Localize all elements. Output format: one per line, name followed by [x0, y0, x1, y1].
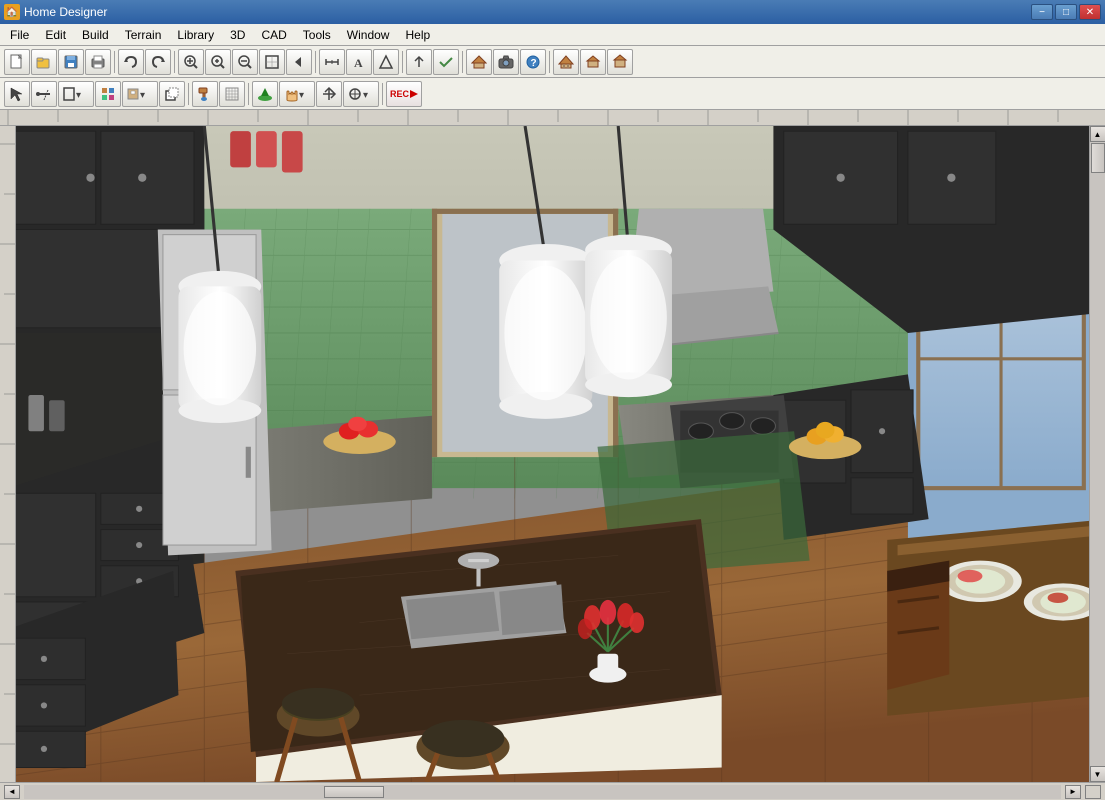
- svg-text:▾: ▾: [363, 90, 368, 101]
- text-button[interactable]: A: [346, 49, 372, 75]
- menu-item-file[interactable]: File: [2, 24, 37, 45]
- separator-6: [549, 51, 550, 73]
- elevation-button[interactable]: [373, 49, 399, 75]
- arrow-up-button[interactable]: [406, 49, 432, 75]
- scroll-track-vertical[interactable]: [1090, 142, 1105, 766]
- toolbar-1: A ?: [0, 46, 1105, 78]
- draw-wall-button[interactable]: [31, 81, 57, 107]
- separator-4: [402, 51, 403, 73]
- scrollbar-right[interactable]: ▲ ▼: [1089, 126, 1105, 782]
- zoom-out-button[interactable]: [232, 49, 258, 75]
- menu-item-edit[interactable]: Edit: [37, 24, 74, 45]
- menu-item-tools[interactable]: Tools: [295, 24, 339, 45]
- scroll-corner: [1085, 785, 1101, 799]
- svg-text:▾: ▾: [140, 90, 145, 101]
- copy-button[interactable]: [159, 81, 185, 107]
- scroll-right-button[interactable]: ►: [1065, 785, 1081, 799]
- window-controls: − □ ✕: [1031, 4, 1101, 20]
- menu-item-help[interactable]: Help: [397, 24, 438, 45]
- camera-button[interactable]: [493, 49, 519, 75]
- menu-item-window[interactable]: Window: [339, 24, 398, 45]
- check-button[interactable]: [433, 49, 459, 75]
- hand-tool-button[interactable]: ▾: [279, 81, 315, 107]
- landscape-button[interactable]: [252, 81, 278, 107]
- svg-text:▾: ▾: [299, 90, 304, 101]
- undo-button[interactable]: [118, 49, 144, 75]
- material-tool-button[interactable]: [95, 81, 121, 107]
- scroll-up-button[interactable]: ▲: [1090, 126, 1105, 142]
- menu-item-build[interactable]: Build: [74, 24, 117, 45]
- maximize-button[interactable]: □: [1055, 4, 1077, 20]
- print-button[interactable]: [85, 49, 111, 75]
- zoom-in2-button[interactable]: [205, 49, 231, 75]
- fit-button[interactable]: [259, 49, 285, 75]
- 2d-view-button[interactable]: [553, 49, 579, 75]
- scroll-thumb-vertical[interactable]: [1091, 143, 1105, 173]
- kitchen-3d-scene: [16, 126, 1089, 782]
- texture-button[interactable]: [219, 81, 245, 107]
- window-title: Home Designer: [24, 5, 107, 19]
- menu-item-library[interactable]: Library: [169, 24, 222, 45]
- cabinet-button[interactable]: ▾: [122, 81, 158, 107]
- close-button[interactable]: ✕: [1079, 4, 1101, 20]
- scroll-thumb-horizontal[interactable]: [324, 786, 384, 798]
- prev-view-button[interactable]: [286, 49, 312, 75]
- room-tool-button[interactable]: ▾: [58, 81, 94, 107]
- separator-1: [114, 51, 115, 73]
- separator-3: [315, 51, 316, 73]
- title-bar: 🏠 Home Designer − □ ✕: [0, 0, 1105, 24]
- separator-t2-3: [382, 83, 383, 105]
- minimize-button[interactable]: −: [1031, 4, 1053, 20]
- menu-item-3d[interactable]: 3D: [222, 24, 253, 45]
- separator-2: [174, 51, 175, 73]
- svg-text:▾: ▾: [76, 90, 81, 101]
- separator-t2-1: [188, 83, 189, 105]
- separator-t2-2: [248, 83, 249, 105]
- redo-button[interactable]: [145, 49, 171, 75]
- svg-text:A: A: [354, 56, 363, 70]
- measure-button[interactable]: [319, 49, 345, 75]
- toolbar-2: ▾ ▾ ▾ ▾ REC: [0, 78, 1105, 110]
- roof-button[interactable]: [466, 49, 492, 75]
- scroll-track-horizontal[interactable]: [24, 785, 1061, 799]
- new-button[interactable]: [4, 49, 30, 75]
- rec-button[interactable]: REC: [386, 81, 422, 107]
- 3d-view-button[interactable]: [580, 49, 606, 75]
- open-button[interactable]: [31, 49, 57, 75]
- scroll-down-button[interactable]: ▼: [1090, 766, 1105, 782]
- svg-text:?: ?: [531, 58, 537, 69]
- ruler-left: [0, 126, 16, 782]
- help-button[interactable]: ?: [520, 49, 546, 75]
- scroll-left-button[interactable]: ◄: [4, 785, 20, 799]
- menu-item-cad[interactable]: CAD: [253, 24, 294, 45]
- canvas-area[interactable]: [16, 126, 1089, 782]
- menu-bar: File Edit Build Terrain Library 3D CAD T…: [0, 24, 1105, 46]
- select-tool-button[interactable]: [4, 81, 30, 107]
- separator-5: [462, 51, 463, 73]
- paint-tool-button[interactable]: [192, 81, 218, 107]
- app-icon: 🏠: [4, 4, 20, 20]
- arrow-tool-button[interactable]: [316, 81, 342, 107]
- transform-button[interactable]: ▾: [343, 81, 379, 107]
- save-button[interactable]: [58, 49, 84, 75]
- ruler-top: /* ruler ticks */: [0, 110, 1105, 126]
- plan-view-button[interactable]: [607, 49, 633, 75]
- status-bar: ◄ ►: [0, 782, 1105, 800]
- zoom-in-button[interactable]: [178, 49, 204, 75]
- menu-item-terrain[interactable]: Terrain: [117, 24, 170, 45]
